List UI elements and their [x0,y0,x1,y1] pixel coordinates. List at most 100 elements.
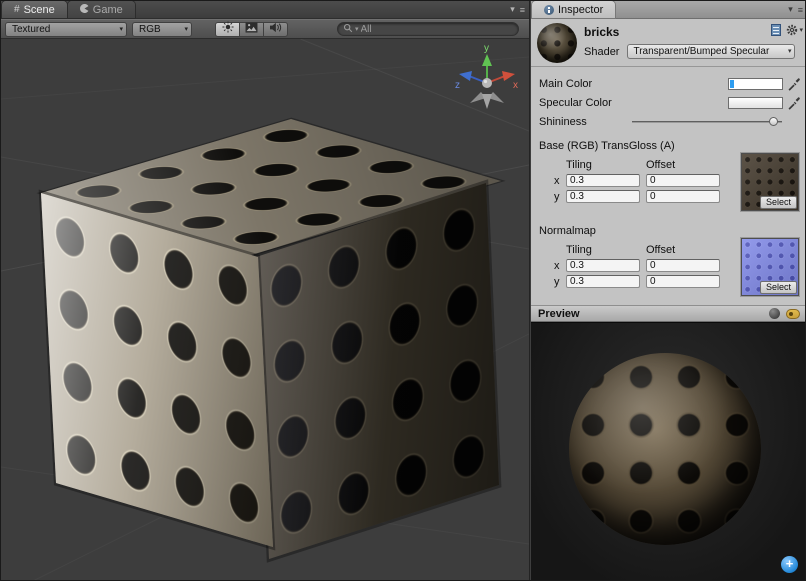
scene-grid-icon: # [14,4,20,15]
color-mode-label: RGB [139,24,161,35]
normal-offset-x-input[interactable] [646,259,720,272]
normal-tiling-x-input[interactable] [566,259,640,272]
y-axis-label: y [554,276,566,288]
draw-mode-dropdown[interactable]: Textured ▾ [5,22,127,37]
eyedropper-icon[interactable] [787,96,801,110]
gizmo-center-ball[interactable] [482,78,492,88]
x-axis-label: x [554,260,566,272]
preview-header[interactable]: Preview [531,305,806,322]
base-tiling-y-input[interactable] [566,190,640,203]
add-button[interactable]: + [781,556,798,573]
scene-panel-menu[interactable]: ▾ ≡ [510,4,525,15]
gizmo-y-cone[interactable] [482,54,492,66]
tab-scene[interactable]: # Scene [2,1,67,18]
panel-menu-icon[interactable]: ≡ [520,5,525,15]
tiling-header: Tiling [566,244,646,256]
normal-offset-y-input[interactable] [646,275,720,288]
normalmap-section: Normalmap Tiling Offset x y Select [531,225,806,301]
material-header: bricks Shader Transparent/Bumped Specula… [531,19,806,67]
shininess-slider[interactable] [632,115,782,129]
y-axis-label: y [554,191,566,203]
chevron-down-icon: ▾ [184,25,188,33]
preview-title: Preview [538,308,580,320]
preview-sphere[interactable] [569,353,761,545]
tab-scene-label: Scene [24,4,55,16]
preview-sphere-toggle-icon[interactable] [769,308,780,319]
offset-header: Offset [646,244,726,256]
specular-color-field[interactable] [728,97,783,109]
eyedropper-icon[interactable] [787,77,801,91]
speaker-icon [269,20,282,38]
base-offset-y-input[interactable] [646,190,720,203]
search-icon [343,20,353,38]
slider-handle[interactable] [769,117,778,126]
color-mode-dropdown[interactable]: RGB ▾ [132,22,192,37]
color-picker-accent [730,80,734,88]
gear-icon [786,24,798,36]
panel-menu-icon[interactable]: ≡ [798,5,803,15]
gizmo-x-label: x [513,80,518,91]
lighting-toggle-button[interactable] [215,22,240,37]
image-icon [245,20,258,38]
draw-mode-label: Textured [12,24,50,35]
shader-value: Transparent/Bumped Specular [633,46,769,57]
scene-toggle-group [215,22,288,37]
gizmo-grey-cone[interactable] [482,94,492,109]
tab-game-label: Game [93,4,123,16]
inspector-info-icon [544,5,554,15]
orientation-gizmo[interactable]: y x z [455,43,519,117]
base-texture-select-button[interactable]: Select [760,196,797,209]
game-pacman-icon [80,4,89,16]
scene-viewport[interactable]: y x z [1,39,529,581]
specular-color-label: Specular Color [539,97,728,109]
sun-icon [222,20,234,38]
context-gear-menu[interactable]: ▾ [786,24,803,36]
material-preview-area[interactable]: + [531,322,806,581]
search-filter-chevron-icon[interactable]: ▾ [355,25,359,33]
base-map-section: Base (RGB) TransGloss (A) Tiling Offset … [531,140,806,216]
help-doc-icon[interactable] [771,24,781,36]
scene-toolbar: Textured ▾ RGB ▾ [1,19,529,39]
tab-inspector[interactable]: Inspector [532,1,615,18]
material-name: bricks [584,25,795,39]
tab-game[interactable]: Game [68,1,135,18]
panel-dropdown-icon[interactable]: ▾ [788,4,793,15]
gizmo-z-cone[interactable] [459,71,472,81]
x-axis-label: x [554,175,566,187]
scene-search[interactable]: ▾ [337,22,519,36]
normalmap-select-button[interactable]: Select [760,281,797,294]
scene-panel: # Scene Game ▾ ≡ Textured ▾ RGB ▾ [1,1,530,581]
shader-label: Shader [584,46,619,58]
chevron-down-icon: ▾ [799,26,803,34]
scene-tabstrip: # Scene Game ▾ ≡ [1,1,529,19]
base-offset-x-input[interactable] [646,174,720,187]
base-texture-thumbnail[interactable]: Select [741,153,799,211]
material-properties: Main Color Specular Color [531,67,806,131]
main-color-label: Main Color [539,78,728,90]
normalmap-label: Normalmap [539,225,801,237]
preview-light-toggle-icon[interactable] [786,309,800,319]
search-input[interactable] [361,24,510,35]
chevron-down-icon: ▾ [119,25,123,33]
tab-inspector-label: Inspector [558,4,603,16]
gizmo-y-label: y [484,43,489,54]
shader-dropdown[interactable]: Transparent/Bumped Specular ▾ [627,44,795,59]
main-color-field[interactable] [728,78,783,90]
audio-toggle-button[interactable] [263,22,288,37]
inspector-panel-menu[interactable]: ▾ ≡ [788,4,803,15]
inspector-panel: Inspector ▾ ≡ bricks Shader Transparent/… [531,1,806,581]
effects-toggle-button[interactable] [239,22,264,37]
panel-dropdown-icon[interactable]: ▾ [510,4,515,15]
normalmap-texture-thumbnail[interactable]: Select [741,238,799,296]
shininess-label: Shininess [539,116,632,128]
base-tiling-x-input[interactable] [566,174,640,187]
tiling-header: Tiling [566,159,646,171]
offset-header: Offset [646,159,726,171]
base-map-label: Base (RGB) TransGloss (A) [539,140,801,152]
inspector-tabstrip: Inspector ▾ ≡ [531,1,806,19]
normal-tiling-y-input[interactable] [566,275,640,288]
material-sphere-icon [537,23,577,63]
slider-track[interactable] [632,121,782,123]
chevron-down-icon: ▾ [788,47,792,55]
unity-editor-window: # Scene Game ▾ ≡ Textured ▾ RGB ▾ [0,0,806,581]
